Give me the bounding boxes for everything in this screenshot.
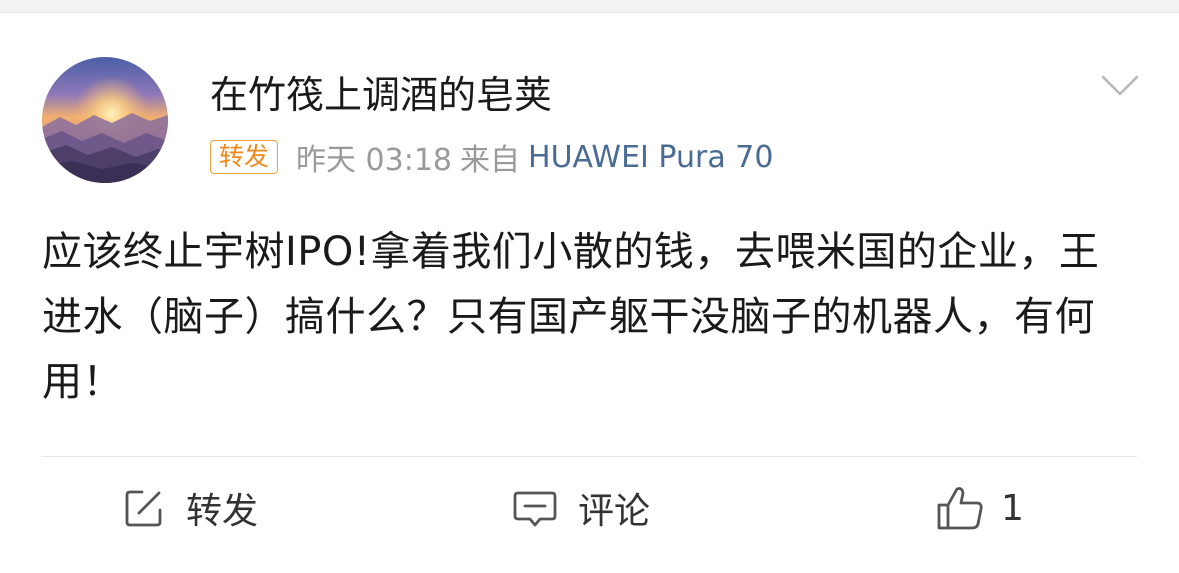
repost-button[interactable]: 转发 — [122, 480, 258, 536]
source-device-link[interactable]: HUAWEI Pura 70 — [528, 140, 773, 175]
comment-label: 评论 — [578, 491, 651, 532]
source-prefix: 来自 — [460, 143, 521, 178]
like-count: 1 — [1001, 487, 1024, 529]
repost-label: 转发 — [186, 491, 259, 532]
like-button[interactable]: 1 — [935, 480, 1024, 536]
edit-share-icon — [122, 486, 166, 530]
comment-button[interactable]: 评论 — [512, 480, 650, 536]
avatar[interactable] — [42, 57, 168, 183]
top-divider — [0, 0, 1179, 13]
avatar-image — [42, 57, 168, 183]
post-text: 应该终止宇树IPO!拿着我们小散的钱，去喂米国的企业，王进水（脑子）搞什么？只有… — [42, 229, 1100, 405]
comment-bubble-icon — [512, 486, 558, 530]
chevron-down-icon[interactable] — [1100, 72, 1140, 100]
thumbs-up-icon — [935, 483, 985, 533]
post-time: 昨天 03:18 — [296, 143, 453, 178]
repost-badge: 转发 — [210, 140, 279, 174]
post-meta: 转发 昨天 03:18 来自 HUAWEI Pura 70 — [210, 138, 773, 178]
actions-divider — [42, 456, 1137, 457]
username[interactable]: 在竹筏上调酒的皂荚 — [210, 70, 552, 120]
